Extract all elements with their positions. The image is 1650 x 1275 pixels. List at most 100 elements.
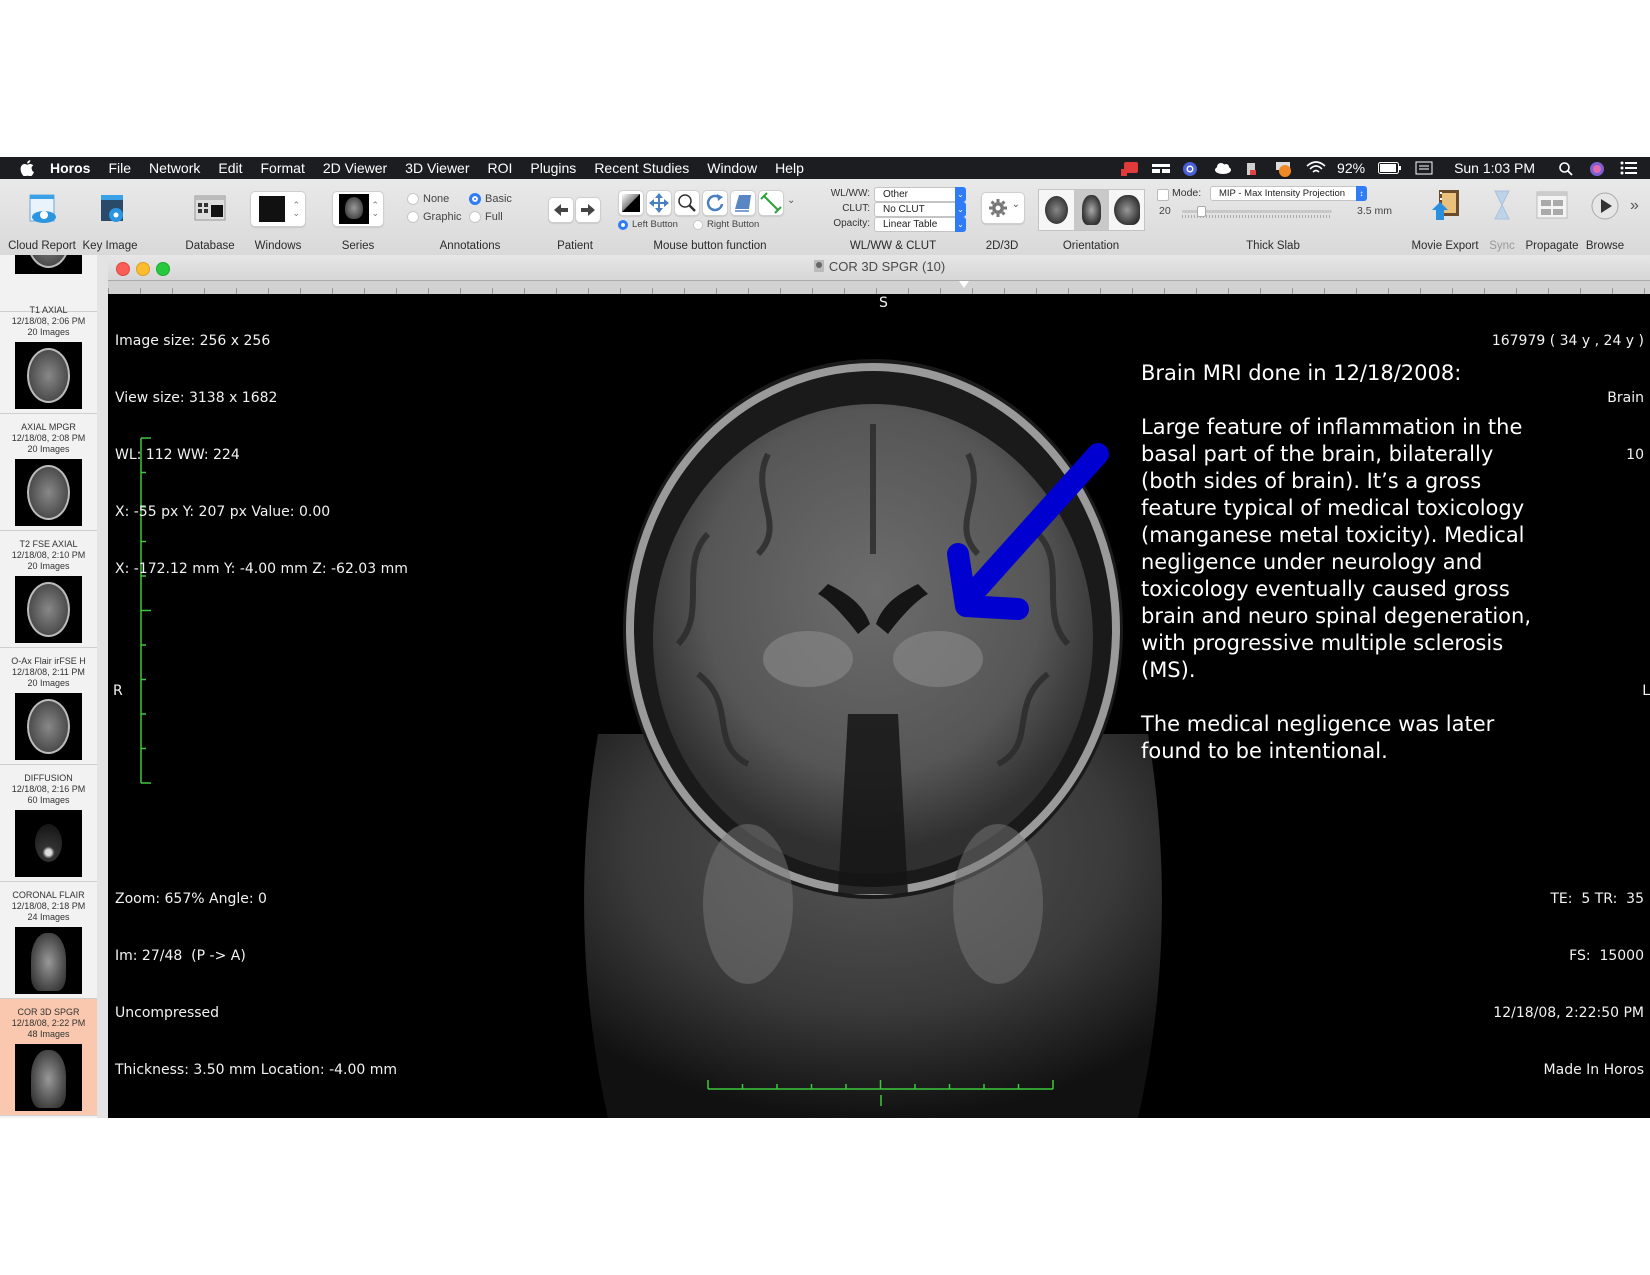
cursor-mm: X: -172.12 mm Y: -4.00 mm Z: -62.03 mm [115, 561, 408, 577]
display-icon[interactable] [1415, 161, 1433, 175]
series-info: T2 FSE AXIAL 12/18/08, 2:10 PM 20 Images [0, 531, 97, 572]
sync-button[interactable]: Sync [1484, 179, 1520, 255]
series-selector[interactable]: ⌃ ⌄ Series [330, 179, 386, 255]
key-image-button[interactable]: Key Image [83, 179, 137, 255]
siri-icon[interactable] [1589, 161, 1607, 176]
notification-app-icon[interactable] [1120, 161, 1139, 176]
series-item[interactable]: O-Ax Flair irFSE H 12/18/08, 2:11 PM 20 Im… [0, 648, 97, 765]
movie-export-button[interactable]: Movie Export [1405, 179, 1485, 255]
series-name: O-Ax Flair irFSE H [11, 656, 86, 666]
battery-icon[interactable] [1378, 161, 1402, 175]
pan-tool-button[interactable] [646, 190, 672, 216]
menu-network[interactable]: Network [149, 160, 200, 176]
orientation-right: L [1642, 683, 1650, 699]
image-viewer[interactable]: Image size: 256 x 256 View size: 3138 x … [108, 294, 1650, 1118]
movie-export-label: Movie Export [1411, 240, 1479, 252]
brain-thumbnail [27, 582, 70, 637]
wifi-icon[interactable] [1306, 161, 1326, 175]
gear-icon [989, 199, 1007, 217]
menu-roi[interactable]: ROI [488, 160, 513, 176]
next-patient-button[interactable] [575, 197, 601, 223]
annotation-paragraph-2: The medical negligence was later found t… [1141, 712, 1495, 763]
series-info: COR 3D SPGR 12/18/08, 2:22 PM 48 Images [0, 999, 97, 1040]
annotation-none-radio[interactable]: None [407, 193, 449, 205]
menu-file[interactable]: File [108, 160, 131, 176]
orientation-axial-button[interactable] [1039, 190, 1074, 230]
annotation-basic-radio[interactable]: Basic [469, 193, 512, 205]
series-info: AXIAL MPGR 12/18/08, 2:08 PM 20 Images [0, 414, 97, 455]
windows-selector[interactable]: ⌃ ⌄ Windows [248, 179, 308, 255]
opacity-select[interactable]: Linear Table ⌄ [874, 217, 966, 232]
series-date: 12/18/08, 2:08 PM [11, 433, 86, 443]
left-button-radio[interactable]: Left Button [618, 219, 678, 230]
wl-tool-button[interactable] [618, 190, 644, 216]
scroll-tool-button[interactable] [730, 190, 756, 216]
annotation-full-radio[interactable]: Full [469, 211, 503, 223]
database-button[interactable]: Database [185, 179, 235, 255]
slab-slider[interactable] [1182, 206, 1332, 218]
menu-window[interactable]: Window [707, 160, 757, 176]
series-thumbnail [15, 255, 82, 274]
menu-3d-viewer[interactable]: 3D Viewer [405, 160, 469, 176]
right-button-radio[interactable]: Right Button [693, 219, 759, 230]
hourglass-icon [1494, 190, 1510, 220]
series-thumbnail [15, 459, 82, 526]
thickness-location: Thickness: 3.50 mm Location: -4.00 mm [115, 1062, 398, 1078]
browser-icon[interactable] [1182, 161, 1200, 176]
series-sidebar[interactable]: T1 AXIAL 12/18/08, 2:06 PM 20 Images AXIAL … [0, 255, 98, 1118]
2d3d-menu-button[interactable]: ⌄ [981, 192, 1025, 224]
slider-thumb[interactable] [1197, 206, 1206, 217]
series-date: 12/18/08, 2:16 PM [11, 784, 86, 794]
menu-format[interactable]: Format [261, 160, 305, 176]
series-item[interactable]: T1 AXIAL 12/18/08, 2:06 PM 20 Images [0, 297, 97, 414]
previous-patient-button[interactable] [548, 197, 574, 223]
menu-help[interactable]: Help [775, 160, 804, 176]
annotation-graphic-radio[interactable]: Graphic [407, 211, 462, 223]
series-item[interactable]: COR 3D SPGR 12/18/08, 2:22 PM 48 Images [0, 999, 97, 1116]
drive-icon[interactable] [1151, 161, 1171, 175]
thick-slab-label: Thick Slab [1246, 240, 1300, 252]
mode-select[interactable]: MIP - Max Intensity Projection ↕ [1210, 186, 1367, 201]
propagate-button[interactable]: Propagate [1524, 179, 1580, 255]
menu-edit[interactable]: Edit [218, 160, 242, 176]
series-item[interactable]: CORONAL FLAIR 12/18/08, 2:18 PM 24 Images [0, 882, 97, 999]
series-date: 12/18/08, 2:18 PM [11, 901, 86, 911]
chevron-down-icon: ⌄ [1011, 199, 1020, 210]
measure-tool-button[interactable] [758, 190, 784, 216]
series-item[interactable]: T2 FSE AXIAL 12/18/08, 2:10 PM 20 Images [0, 531, 97, 648]
app-icon[interactable] [1244, 161, 1262, 175]
zoom-tool-button[interactable] [674, 190, 700, 216]
clut-field-label: CLUT: [842, 203, 870, 214]
thick-slab-checkbox[interactable] [1157, 189, 1169, 201]
more-tools-chevron-icon[interactable]: ⌄ [787, 195, 795, 206]
menu-bar: Horos File Network Edit Format 2D Viewer… [0, 157, 1650, 179]
battery-percent: 92% [1337, 160, 1366, 176]
notification-center-icon[interactable] [1620, 161, 1638, 175]
spotlight-icon[interactable] [1558, 161, 1576, 176]
clock[interactable]: Sun 1:03 PM [1454, 160, 1535, 176]
brain-thumbnail [27, 465, 70, 520]
menu-app-horos[interactable]: Horos [50, 160, 90, 176]
slider-thumb[interactable] [959, 281, 969, 288]
play-icon [1591, 192, 1619, 220]
series-count: 48 Images [27, 1029, 70, 1039]
rotate-tool-button[interactable] [702, 190, 728, 216]
image-slider[interactable] [108, 280, 1650, 295]
cloud-icon[interactable] [1213, 161, 1232, 175]
vpn-icon[interactable] [1275, 161, 1293, 177]
series-item[interactable]: DIFFUSION 12/18/08, 2:16 PM 60 Images [0, 765, 97, 882]
orientation-sagittal-button[interactable] [1109, 190, 1144, 230]
cloud-report-button[interactable]: Cloud Report [8, 179, 76, 255]
clut-select[interactable]: No CLUT ⌄ [874, 202, 966, 217]
orientation-coronal-button[interactable] [1074, 190, 1109, 230]
menu-2d-viewer[interactable]: 2D Viewer [323, 160, 387, 176]
series-count: 20 Images [27, 561, 70, 571]
apple-menu-icon[interactable] [18, 159, 36, 177]
browse-button[interactable]: Browse [1582, 179, 1628, 255]
series-item[interactable]: AXIAL MPGR 12/18/08, 2:08 PM 20 Images [0, 414, 97, 531]
toolbar-overflow-icon[interactable]: » [1630, 197, 1639, 215]
menu-plugins[interactable]: Plugins [530, 160, 576, 176]
wlww-select[interactable]: Other ⌄ [874, 187, 966, 202]
key-image-icon [101, 195, 123, 222]
menu-recent-studies[interactable]: Recent Studies [594, 160, 689, 176]
